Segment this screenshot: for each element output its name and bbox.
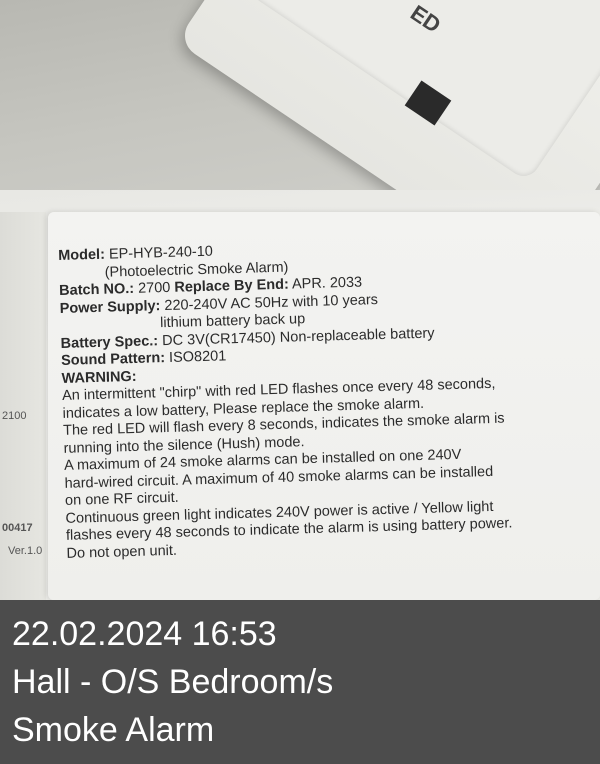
edge-code-3: Ver.1.0 bbox=[8, 545, 43, 557]
sound-value: ISO8201 bbox=[168, 348, 227, 366]
left-edge-strip bbox=[0, 212, 46, 600]
model-value: EP-HYB-240-10 bbox=[108, 243, 214, 263]
batch-key: Batch NO.: bbox=[58, 280, 135, 299]
batch-value: 2700 bbox=[137, 279, 171, 297]
model-key: Model: bbox=[58, 246, 106, 264]
replace-value: APR. 2033 bbox=[291, 274, 363, 293]
label-text: Model: EP-HYB-240-10 (Photoelectric Smok… bbox=[58, 233, 600, 563]
edge-code-1: 2100 bbox=[2, 410, 27, 422]
power-key: Power Supply: bbox=[59, 297, 161, 317]
warning-title-text: WARNING: bbox=[61, 368, 137, 387]
caption-location: Hall - O/S Bedroom/s bbox=[12, 663, 334, 701]
replace-key: Replace By End: bbox=[174, 276, 290, 296]
sound-key: Sound Pattern: bbox=[60, 350, 166, 369]
photo: ED 2100 00417 Ver.1.0 Model: EP-HYB-240-… bbox=[0, 0, 600, 600]
caption-item: Smoke Alarm bbox=[12, 711, 215, 749]
photo-caption: 22.02.2024 16:53 Hall - O/S Bedroom/s Sm… bbox=[0, 600, 600, 764]
edge-code-2: 00417 bbox=[2, 522, 33, 534]
caption-datetime: 22.02.2024 16:53 bbox=[12, 615, 277, 653]
battery-key: Battery Spec.: bbox=[60, 332, 159, 352]
